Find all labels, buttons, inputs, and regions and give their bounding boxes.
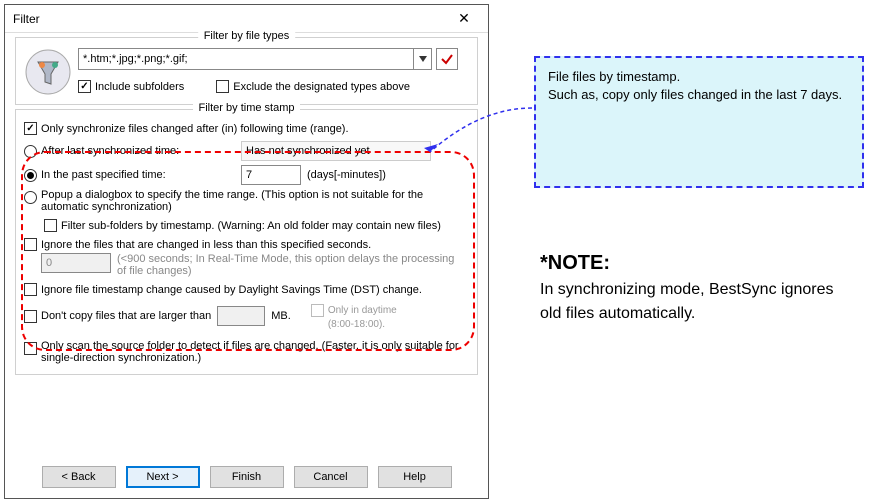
only-daytime-checkbox[interactable] [311,304,324,317]
after-last-value: Has not synchronized yet [241,141,431,161]
exclude-types-checkbox[interactable] [216,80,229,93]
popup-range-radio[interactable] [24,191,37,204]
ignore-seconds-checkbox[interactable] [24,238,37,251]
only-scan-label: Only scan the source folder to detect if… [41,340,461,364]
dont-copy-larger-input [217,306,265,326]
after-last-radio[interactable] [24,145,37,158]
chevron-down-icon [419,56,427,62]
note-block: *NOTE: In synchronizing mode, BestSync i… [540,248,850,326]
callout-text: File files by timestamp. Such as, copy o… [548,69,842,102]
filter-dialog: Filter ✕ Filter by file types [4,4,489,499]
exclude-types-label: Exclude the designated types above [233,81,410,93]
funnel-icon [24,48,72,96]
groupbox-timestamp: Filter by time stamp Only synchronize fi… [15,109,478,375]
note-body: In synchronizing mode, BestSync ignores … [540,278,850,326]
back-button[interactable]: < Back [42,466,116,488]
filter-subfolders-ts-checkbox[interactable] [44,219,57,232]
only-sync-checkbox[interactable] [24,122,37,135]
next-button[interactable]: Next > [126,466,200,488]
only-scan-checkbox[interactable] [24,342,37,355]
close-button[interactable]: ✕ [444,7,484,31]
file-types-input[interactable] [78,48,414,70]
ignore-dst-checkbox[interactable] [24,283,37,296]
checkmark-icon [440,52,454,66]
file-types-dropdown[interactable] [414,48,432,70]
note-heading: *NOTE: [540,248,850,278]
finish-button[interactable]: Finish [210,466,284,488]
ignore-seconds-label: Ignore the files that are changed in les… [41,239,371,251]
callout-box: File files by timestamp. Such as, copy o… [534,56,864,188]
groupbox-filetypes: Filter by file types [15,37,478,105]
file-types-apply-button[interactable] [436,48,458,70]
include-subfolders-label: Include subfolders [95,81,184,93]
dont-copy-larger-checkbox[interactable] [24,310,37,323]
only-sync-label: Only synchronize files changed after (in… [41,123,349,135]
ignore-dst-label: Ignore file timestamp change caused by D… [41,284,422,296]
dont-copy-larger-label: Don't copy files that are larger than [41,310,211,322]
popup-range-label: Popup a dialogbox to specify the time ra… [41,189,461,213]
filter-subfolders-ts-label: Filter sub-folders by timestamp. (Warnin… [61,220,441,232]
legend-filetypes: Filter by file types [198,30,296,42]
button-row: < Back Next > Finish Cancel Help [5,466,488,488]
cancel-button[interactable]: Cancel [294,466,368,488]
dont-copy-larger-unit: MB. [271,310,291,322]
in-past-label: In the past specified time: [41,169,241,181]
ignore-seconds-hint: (<900 seconds; In Real-Time Mode, this o… [117,253,457,277]
help-button[interactable]: Help [378,466,452,488]
after-last-label: After last synchronized time: [41,145,241,157]
only-daytime-label: Only in daytime [328,305,397,316]
only-daytime-hours: (8:00-18:00). [328,319,397,330]
titlebar: Filter ✕ [5,5,488,33]
in-past-unit: (days[-minutes]) [307,169,386,181]
ignore-seconds-input [41,253,111,273]
in-past-input[interactable] [241,165,301,185]
window-title: Filter [13,12,444,26]
legend-timestamp: Filter by time stamp [193,102,301,114]
in-past-radio[interactable] [24,169,37,182]
include-subfolders-checkbox[interactable] [78,80,91,93]
